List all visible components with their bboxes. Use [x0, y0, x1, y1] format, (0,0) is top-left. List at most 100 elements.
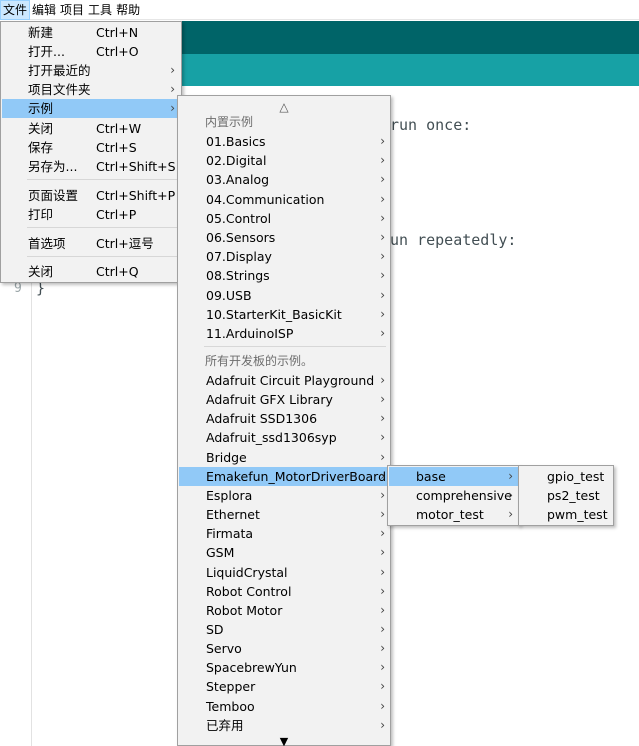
shortcut-label: Ctrl+逗号 [96, 236, 154, 251]
chevron-right-icon: › [380, 268, 385, 283]
menu-project[interactable]: 项目 [58, 0, 86, 20]
chevron-right-icon: › [380, 230, 385, 244]
example-item[interactable]: 02.Digital › [179, 151, 389, 170]
example-item-label: 04.Communication [206, 191, 325, 207]
chevron-right-icon: › [380, 468, 385, 483]
chevron-right-icon: › [380, 134, 385, 148]
example-item[interactable]: Adafruit GFX Library › [179, 390, 389, 409]
menu-file[interactable]: 文件 [0, 0, 31, 20]
chevron-right-icon: › [380, 487, 385, 502]
menu-item-save[interactable]: 保存 Ctrl+S [2, 138, 180, 157]
menu-item-label: 关闭 [28, 121, 54, 136]
chevron-right-icon: › [380, 698, 385, 713]
chevron-right-icon: › [380, 507, 385, 522]
example-item[interactable]: 11.ArduinoISP › [179, 324, 389, 343]
shortcut-label: Ctrl+N [96, 25, 139, 40]
menu-item-label: 首选项 [28, 236, 66, 251]
examples-menu: △ 内置示例 01.Basics › 02.Digital › 03.Analog › 04… [177, 95, 391, 746]
menu-item-label: comprehensive [416, 488, 512, 503]
menu-item-save-as[interactable]: 另存为... Ctrl+Shift+S [2, 157, 180, 176]
example-item[interactable]: 09.USB › [179, 286, 389, 305]
menu-item-open-recent[interactable]: 打开最近的 › [2, 61, 180, 80]
example-item[interactable]: Ethernet › [179, 505, 389, 524]
example-item-label: 01.Basics [206, 134, 266, 149]
example-item[interactable]: Adafruit Circuit Playground › [179, 371, 389, 390]
chevron-right-icon: › [508, 507, 513, 521]
menu-item-new[interactable]: 新建 Ctrl+N [2, 23, 180, 42]
example-item[interactable]: Robot Control › [179, 582, 389, 601]
example-item[interactable]: SD › [179, 620, 389, 639]
section-header-builtin: 内置示例 [205, 115, 254, 129]
menu-item-close[interactable]: 关闭 Ctrl+W [2, 119, 180, 138]
example-item[interactable]: Emakefun_MotorDriverBoard › [179, 466, 389, 486]
example-item[interactable]: Adafruit_ssd1306syp › [179, 428, 389, 447]
motor-driver-submenu: base › comprehensive › motor_test › [387, 465, 520, 526]
example-item[interactable]: 03.Analog › [179, 170, 389, 189]
menu-separator [27, 227, 177, 228]
menu-item-pwm-test[interactable]: pwm_test [520, 505, 612, 524]
shortcut-label: Ctrl+O [96, 44, 139, 59]
menu-edit[interactable]: 编辑 [30, 0, 58, 20]
triangle-down-icon[interactable]: ▼ [178, 732, 390, 746]
menu-item-motor-test[interactable]: motor_test › [389, 505, 518, 524]
example-item-label: Adafruit Circuit Playground [206, 373, 375, 388]
example-item-label: 11.ArduinoISP [206, 326, 294, 341]
menu-separator [27, 256, 177, 257]
example-item[interactable]: 10.StarterKit_BasicKit › [179, 305, 389, 324]
example-item[interactable]: Robot Motor › [179, 601, 389, 620]
menu-item-print[interactable]: 打印 Ctrl+P [2, 205, 180, 224]
menu-item-gpio-test[interactable]: gpio_test [520, 467, 612, 486]
chevron-right-icon: › [380, 602, 385, 617]
example-item-label: Bridge [206, 449, 247, 465]
chevron-right-icon: › [380, 621, 385, 636]
menu-item-ps2-test[interactable]: ps2_test [520, 486, 612, 505]
chevron-right-icon: › [380, 287, 385, 302]
chevron-right-icon: › [380, 191, 385, 206]
menu-separator [27, 179, 177, 180]
example-item[interactable]: Esplora › [179, 486, 389, 505]
example-item-label: 03.Analog [206, 172, 270, 188]
example-item[interactable]: 06.Sensors › [179, 228, 389, 247]
menu-item-sketchbook[interactable]: 项目文件夹 › [2, 80, 180, 99]
menu-item-preferences[interactable]: 首选项 Ctrl+逗号 [2, 234, 180, 253]
menu-item-label: 另存为... [28, 159, 78, 174]
chevron-right-icon: › [380, 526, 385, 541]
chevron-right-icon: › [380, 392, 385, 407]
menu-item-examples[interactable]: 示例 › [2, 99, 180, 118]
example-item-label: Ethernet [206, 507, 260, 523]
chevron-right-icon: › [380, 306, 385, 321]
menu-item-base[interactable]: base › [389, 467, 518, 486]
example-item[interactable]: 07.Display › [179, 247, 389, 266]
example-item[interactable]: 01.Basics › [179, 132, 389, 151]
menu-item-page-setup[interactable]: 页面设置 Ctrl+Shift+P [2, 186, 180, 205]
example-item[interactable]: Stepper › [179, 677, 389, 696]
menu-item-open[interactable]: 打开... Ctrl+O [2, 42, 180, 61]
shortcut-label: Ctrl+P [96, 207, 137, 222]
menu-item-comprehensive[interactable]: comprehensive › [389, 486, 518, 505]
chevron-right-icon: › [380, 326, 385, 340]
example-item[interactable]: GSM › [179, 543, 389, 562]
example-item[interactable]: SpacebrewYun › [179, 658, 389, 677]
shortcut-label: Ctrl+S [96, 140, 137, 155]
file-menu: 新建 Ctrl+N 打开... Ctrl+O 打开最近的 › 项目文件夹 › 示例 › 关… [0, 21, 182, 283]
menu-tools[interactable]: 工具 [86, 0, 114, 20]
example-item[interactable]: LiquidCrystal › [179, 563, 389, 582]
example-item-label: Temboo [206, 698, 255, 714]
menu-item-label: motor_test [416, 507, 484, 522]
menu-item-label: 打开... [28, 44, 65, 59]
example-item[interactable]: Adafruit SSD1306 › [179, 409, 389, 428]
menu-item-label: pwm_test [547, 507, 608, 522]
menu-item-quit[interactable]: 关闭 Ctrl+Q [2, 262, 180, 281]
chevron-right-icon: › [170, 101, 175, 115]
example-item[interactable]: Servo › [179, 639, 389, 658]
example-item[interactable]: Temboo › [179, 697, 389, 716]
example-item[interactable]: Firmata › [179, 524, 389, 543]
example-item[interactable]: 05.Control › [179, 209, 389, 228]
menu-item-label: gpio_test [547, 469, 605, 484]
chevron-right-icon: › [508, 469, 513, 483]
example-item-label: Esplora [206, 487, 253, 503]
example-item[interactable]: 04.Communication › [179, 190, 389, 209]
example-item[interactable]: Bridge › [179, 448, 389, 467]
menu-help[interactable]: 帮助 [114, 0, 142, 20]
example-item[interactable]: 08.Strings › [179, 266, 389, 285]
